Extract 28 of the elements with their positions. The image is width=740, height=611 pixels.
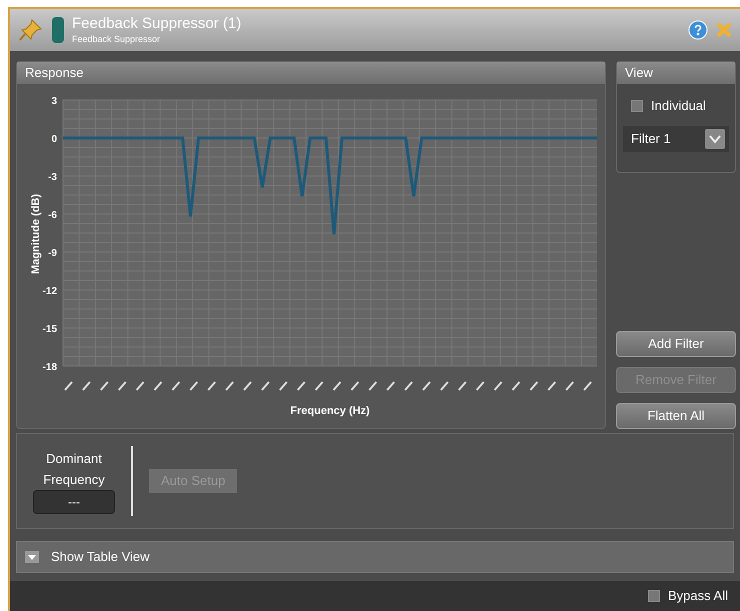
y-tick-label: 3 (51, 96, 57, 107)
window-subtitle: Feedback Suppressor (72, 34, 162, 45)
field-label: Dominant Frequency (42, 450, 106, 489)
pin-icon[interactable] (18, 17, 44, 43)
y-tick-label: -9 (48, 248, 57, 259)
checkbox-label: Bypass All (668, 587, 728, 606)
y-tick-label: -3 (48, 172, 57, 183)
chevron-down-icon (705, 128, 725, 148)
y-tick-label: -15 (42, 324, 57, 335)
panel-title: Response (25, 64, 84, 82)
checkbox[interactable] (631, 100, 643, 112)
help-icon[interactable] (688, 20, 708, 40)
y-tick-label: -6 (48, 210, 57, 221)
value-field: --- (33, 490, 115, 514)
window-title: Feedback Suppressor (1) (72, 15, 242, 34)
action-button[interactable]: Flatten All (616, 403, 736, 429)
action-button[interactable]: Add Filter (616, 331, 736, 357)
panel-title: View (625, 64, 653, 82)
y-tick-label: 0 (51, 134, 57, 145)
y-tick-label: -18 (42, 362, 57, 373)
x-axis-label: Frequency (Hz) (290, 405, 370, 417)
y-axis-label: Magnitude (dB) (30, 194, 42, 274)
color-swatch-icon (52, 17, 64, 43)
checkbox-label: Individual (651, 97, 706, 115)
filter-dropdown[interactable]: Filter 1 (623, 126, 729, 152)
table-view-bar[interactable]: Show Table View (16, 541, 734, 573)
y-tick-label: -12 (42, 286, 57, 297)
checkbox[interactable] (648, 590, 660, 602)
